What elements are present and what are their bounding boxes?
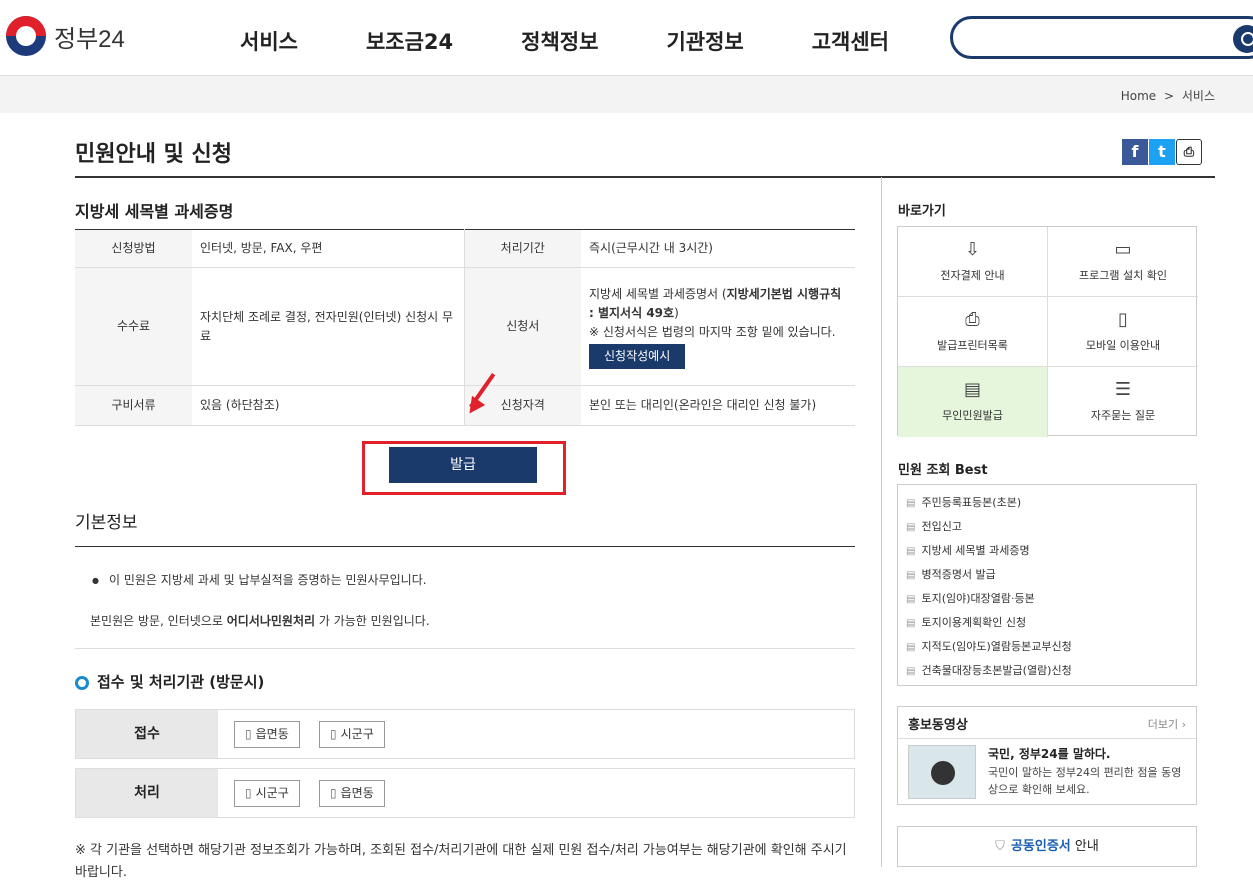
- receive-label: 접수: [76, 710, 218, 758]
- form-value: 지방세 세목별 과세증명서 (지방세기본법 시행규칙 : 별지서식 49호) ※…: [581, 267, 855, 386]
- basic-info-divider: [75, 546, 855, 547]
- chevron-right-icon: >: [1163, 89, 1175, 103]
- printer-icon: ⎙: [965, 309, 980, 330]
- taegeuk-logo-icon: [6, 16, 46, 56]
- promo-video-box: 홍보동영상 더보기 › 국민, 정부24를 말하다. 국민이 말하는 정부24의…: [897, 706, 1197, 805]
- service-title: 지방세 세목별 과세증명: [75, 202, 234, 221]
- qualification-value: 본인 또는 대리인(온라인은 대리인 신청 불가): [581, 385, 855, 426]
- period-value: 즉시(근무시간 내 3시간): [581, 229, 855, 268]
- best-item[interactable]: 전입신고: [906, 515, 1196, 539]
- quick-faq[interactable]: ☰ 자주묻는 질문: [1048, 367, 1198, 437]
- download-tray-icon: ⇩: [964, 239, 981, 260]
- receive-chip-sigungu[interactable]: 시군구: [319, 721, 385, 748]
- process-chip-eupmyeondong[interactable]: 읍면동: [319, 780, 385, 807]
- issue-button[interactable]: 발급: [389, 447, 537, 483]
- promo-video-desc: 국민이 말하는 정부24의 편리한 점을 동영상으로 확인해 보세요.: [988, 766, 1182, 796]
- fee-label: 수수료: [75, 267, 192, 386]
- gov24-logo[interactable]: 정부24: [6, 16, 125, 56]
- speech-bubble-icon: ☰: [1114, 379, 1132, 400]
- quick-links-title: 바로가기: [898, 204, 946, 219]
- site-header: 정부24 서비스 보조금24 정책정보 기관정보 고객센터: [0, 0, 1253, 76]
- agency-footnote: ※ 각 기관을 선택하면 해당기관 정보조회가 가능하며, 조회된 접수/처리기…: [75, 843, 847, 880]
- breadcrumb-home[interactable]: Home: [1121, 89, 1156, 103]
- sidebar-divider: [881, 177, 882, 867]
- cert-guide-button[interactable]: ⛉ 공동인증서 안내: [897, 826, 1197, 867]
- nav-services[interactable]: 서비스: [240, 26, 298, 56]
- share-buttons: f t ⎙: [1122, 139, 1203, 165]
- period-label: 처리기간: [463, 229, 581, 268]
- quick-links: ⇩ 전자결제 안내 ▭ 프로그램 설치 확인 ⎙ 발급프린터목록 ▯ 모바일 이…: [897, 226, 1198, 437]
- form-example-button[interactable]: 신청작성예시: [589, 343, 686, 369]
- fee-value: 자치단체 조례로 결정, 전자민원(인터넷) 신청시 무료: [192, 267, 464, 386]
- docs-value: 있음 (하단참조): [192, 385, 464, 426]
- best-item[interactable]: 병적증명서 발급: [906, 563, 1196, 587]
- page-title: 민원안내 및 신청: [75, 142, 232, 167]
- best-list: 주민등록표등본(초본) 전입신고 지방세 세목별 과세증명 병적증명서 발급 토…: [897, 484, 1197, 686]
- best-item[interactable]: 토지(임야)대장열람·등본: [906, 587, 1196, 611]
- best-item[interactable]: 주민등록표등본(초본): [906, 491, 1196, 515]
- main-nav: 서비스 보조금24 정책정보 기관정보 고객센터: [240, 26, 957, 56]
- logo-text: 정부24: [54, 25, 125, 53]
- section-divider: [75, 648, 855, 649]
- docs-label: 구비서류: [75, 385, 192, 426]
- facebook-icon[interactable]: f: [1122, 139, 1148, 165]
- kiosk-icon: ▤: [963, 379, 981, 400]
- best-item[interactable]: 지적도(임야도)열람등본교부신청: [906, 635, 1196, 659]
- service-info-table: 신청방법 인터넷, 방문, FAX, 우편 처리기간 즉시(근무시간 내 3시간…: [75, 229, 855, 426]
- breadcrumb: Home > 서비스: [1121, 87, 1215, 104]
- twitter-icon[interactable]: t: [1149, 139, 1175, 165]
- process-label: 처리: [76, 769, 218, 817]
- method-value: 인터넷, 방문, FAX, 우편: [192, 229, 464, 268]
- form-label: 신청서: [463, 267, 581, 386]
- nav-customer-center[interactable]: 고객센터: [812, 26, 889, 56]
- best-item[interactable]: 건축물대장등초본발급(열람)신청: [906, 659, 1196, 683]
- receive-chip-eupmyeondong[interactable]: 읍면동: [234, 721, 300, 748]
- best-item[interactable]: 지방세 세목별 과세증명: [906, 539, 1196, 563]
- breadcrumb-bar: Home > 서비스: [0, 76, 1253, 113]
- quick-mobile-guide[interactable]: ▯ 모바일 이용안내: [1048, 297, 1198, 367]
- basic-info-bullet: 이 민원은 지방세 과세 및 납부실적을 증명하는 민원사무입니다.: [92, 571, 427, 588]
- promo-title: 홍보동영상: [908, 718, 968, 733]
- method-label: 신청방법: [75, 229, 192, 268]
- best-item[interactable]: 토지이용계획확인 신청: [906, 611, 1196, 635]
- quick-printer-list[interactable]: ⎙ 발급프린터목록: [898, 297, 1048, 367]
- shield-icon: ⛉: [995, 839, 1005, 854]
- quick-kiosk[interactable]: ▤ 무인민원발급: [898, 367, 1048, 437]
- promo-more-link[interactable]: 더보기 ›: [1148, 716, 1186, 732]
- basic-info-title: 기본정보: [75, 513, 138, 533]
- form-note: ※ 신청서식은 법령의 마지막 조항 밑에 있습니다.: [589, 324, 836, 339]
- print-icon[interactable]: ⎙: [1176, 139, 1202, 165]
- mobile-phone-icon: ▯: [1118, 309, 1128, 330]
- nav-subsidy[interactable]: 보조금24: [366, 26, 453, 56]
- nav-agency[interactable]: 기관정보: [666, 26, 743, 56]
- promo-video-title[interactable]: 국민, 정부24를 말하다.: [988, 745, 1111, 762]
- quick-program-check[interactable]: ▭ 프로그램 설치 확인: [1048, 227, 1198, 297]
- monitor-check-icon: ▭: [1114, 239, 1132, 260]
- process-row: 처리 시군구 읍면동: [75, 768, 855, 818]
- receive-row: 접수 읍면동 시군구: [75, 709, 855, 759]
- breadcrumb-current[interactable]: 서비스: [1182, 89, 1215, 103]
- best-title: 민원 조회 Best: [898, 463, 988, 478]
- video-play-icon[interactable]: [908, 745, 976, 799]
- quick-payment-guide[interactable]: ⇩ 전자결제 안내: [898, 227, 1048, 297]
- process-chip-sigungu[interactable]: 시군구: [234, 780, 300, 807]
- search-input[interactable]: [950, 16, 1253, 59]
- nav-policy[interactable]: 정책정보: [521, 26, 598, 56]
- basic-info-note: 본민원은 방문, 인터넷으로 어디서나민원처리 가 가능한 민원입니다.: [90, 614, 430, 628]
- title-divider: [75, 176, 1215, 178]
- search-icon[interactable]: [1233, 25, 1253, 53]
- agency-title: 접수 및 처리기관 (방문시): [75, 671, 264, 692]
